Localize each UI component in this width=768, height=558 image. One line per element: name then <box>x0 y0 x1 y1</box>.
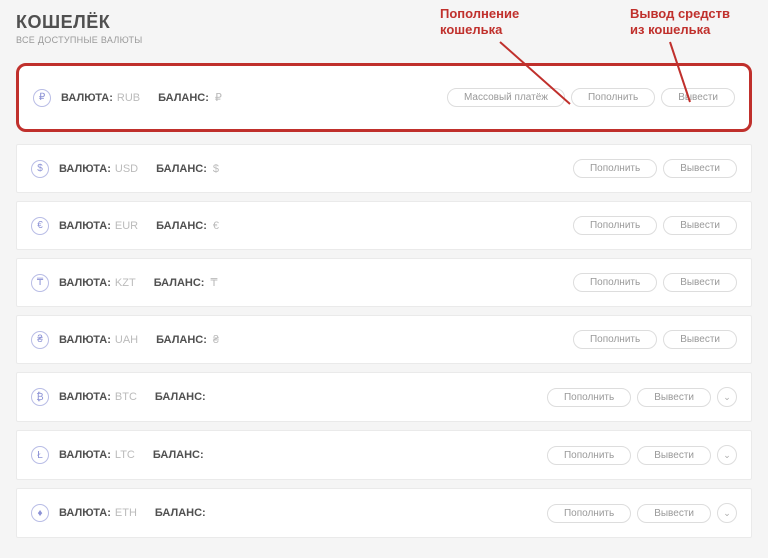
rub-icon: ₽ <box>33 89 51 107</box>
withdraw-button[interactable]: Вывести <box>637 504 711 523</box>
annotation-deposit: Пополнение кошелька <box>440 6 519 37</box>
balance-label: БАЛАНС: <box>156 334 207 346</box>
annotation-withdraw: Вывод средств из кошелька <box>630 6 730 37</box>
currency-label: ВАЛЮТА: <box>59 220 111 232</box>
balance-label: БАЛАНС: <box>156 163 207 175</box>
deposit-button[interactable]: Пополнить <box>573 273 657 292</box>
currency-row-btc: ₿ ВАЛЮТА: BTC БАЛАНС: Пополнить Вывести ⌄ <box>16 372 752 422</box>
currency-row-eth: ♦ ВАЛЮТА: ETH БАЛАНС: Пополнить Вывести ⌄ <box>16 488 752 538</box>
currency-label: ВАЛЮТА: <box>61 92 113 104</box>
mass-payment-button[interactable]: Массовый платёж <box>447 88 565 107</box>
usd-icon: $ <box>31 160 49 178</box>
deposit-button[interactable]: Пополнить <box>573 159 657 178</box>
currency-value: KZT <box>115 277 136 289</box>
deposit-button[interactable]: Пополнить <box>571 88 655 107</box>
withdraw-button[interactable]: Вывести <box>663 330 737 349</box>
balance-label: БАЛАНС: <box>156 220 207 232</box>
balance-value: ₽ <box>215 91 222 104</box>
btc-icon: ₿ <box>31 388 49 406</box>
balance-value: ₴ <box>213 334 219 346</box>
deposit-button[interactable]: Пополнить <box>573 330 657 349</box>
currency-value: UAH <box>115 334 138 346</box>
deposit-button[interactable]: Пополнить <box>547 446 631 465</box>
eur-icon: € <box>31 217 49 235</box>
currency-label: ВАЛЮТА: <box>59 507 111 519</box>
chevron-down-icon[interactable]: ⌄ <box>717 503 737 523</box>
balance-value: ₸ <box>210 276 217 289</box>
currency-label: ВАЛЮТА: <box>59 277 111 289</box>
currency-row-eur: € ВАЛЮТА: EUR БАЛАНС: € Пополнить Вывести <box>16 201 752 250</box>
deposit-button[interactable]: Пополнить <box>547 388 631 407</box>
ltc-icon: Ł <box>31 446 49 464</box>
balance-label: БАЛАНС: <box>158 92 209 104</box>
currency-value: USD <box>115 163 138 175</box>
currency-value: ETH <box>115 507 137 519</box>
currency-label: ВАЛЮТА: <box>59 391 111 403</box>
balance-label: БАЛАНС: <box>155 507 206 519</box>
balance-label: БАЛАНС: <box>155 391 206 403</box>
balance-label: БАЛАНС: <box>154 277 205 289</box>
currency-label: ВАЛЮТА: <box>59 163 111 175</box>
balance-label: БАЛАНС: <box>153 449 204 461</box>
currency-row-uah: ₴ ВАЛЮТА: UAH БАЛАНС: ₴ Пополнить Вывести <box>16 315 752 364</box>
withdraw-button[interactable]: Вывести <box>637 388 711 407</box>
kzt-icon: ₸ <box>31 274 49 292</box>
withdraw-button[interactable]: Вывести <box>663 216 737 235</box>
currency-value: LTC <box>115 449 135 461</box>
deposit-button[interactable]: Пополнить <box>547 504 631 523</box>
currency-row-rub: ₽ ВАЛЮТА: RUB БАЛАНС: ₽ Массовый платёж Пополн… <box>16 63 752 132</box>
balance-value: $ <box>213 163 219 175</box>
chevron-down-icon[interactable]: ⌄ <box>717 445 737 465</box>
currency-label: ВАЛЮТА: <box>59 449 111 461</box>
withdraw-button[interactable]: Вывести <box>663 159 737 178</box>
currency-row-ltc: Ł ВАЛЮТА: LTC БАЛАНС: Пополнить Вывести ⌄ <box>16 430 752 480</box>
currency-row-usd: $ ВАЛЮТА: USD БАЛАНС: $ Пополнить Вывести <box>16 144 752 193</box>
eth-icon: ♦ <box>31 504 49 522</box>
currency-list: ₽ ВАЛЮТА: RUB БАЛАНС: ₽ Массовый платёж Пополн… <box>16 63 752 538</box>
chevron-down-icon[interactable]: ⌄ <box>717 387 737 407</box>
currency-value: BTC <box>115 391 137 403</box>
withdraw-button[interactable]: Вывести <box>661 88 735 107</box>
deposit-button[interactable]: Пополнить <box>573 216 657 235</box>
wallet-container: КОШЕЛЁК ВСЕ ДОСТУПНЫЕ ВАЛЮТЫ ₽ВАЛЮТА:RUB… <box>0 0 768 558</box>
currency-row-kzt: ₸ ВАЛЮТА: KZT БАЛАНС: ₸ Пополнить Вывести <box>16 258 752 307</box>
currency-value: RUB <box>117 92 140 104</box>
withdraw-button[interactable]: Вывести <box>663 273 737 292</box>
currency-label: ВАЛЮТА: <box>59 334 111 346</box>
currency-value: EUR <box>115 220 138 232</box>
balance-value: € <box>213 220 219 232</box>
uah-icon: ₴ <box>31 331 49 349</box>
withdraw-button[interactable]: Вывести <box>637 446 711 465</box>
